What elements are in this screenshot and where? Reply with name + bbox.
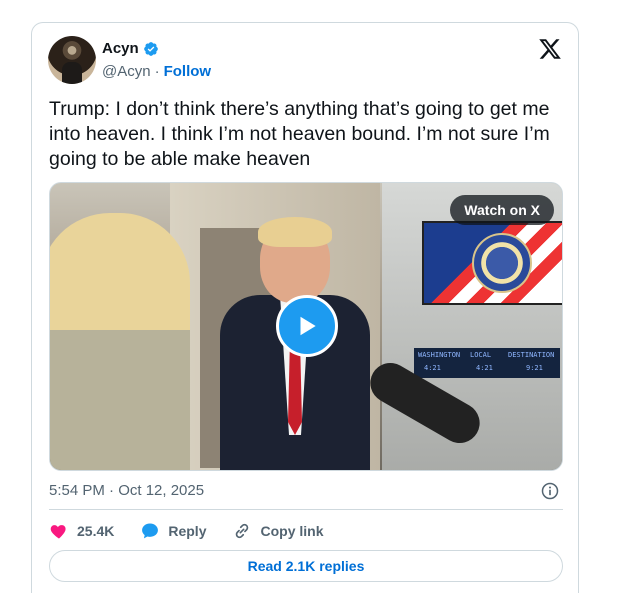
readout-value: 4:21	[424, 364, 441, 372]
readout-label: WASHINGTON	[418, 351, 461, 359]
link-icon	[236, 523, 249, 539]
copy-link-button[interactable]: Copy link	[232, 519, 324, 543]
heart-icon	[50, 525, 66, 539]
read-replies-button[interactable]: Read 2.1K replies	[49, 550, 563, 582]
like-button[interactable]: 25.4K	[49, 519, 114, 543]
author-name[interactable]: Acyn	[102, 40, 139, 57]
tweet-text: Trump: I don’t think there’s anything th…	[49, 98, 550, 170]
reply-label: Reply	[168, 523, 207, 539]
play-icon	[300, 316, 316, 336]
tweet-timestamp[interactable]: 5:54 PM · Oct 12, 2025	[49, 482, 204, 499]
reply-button[interactable]: Reply	[140, 519, 206, 543]
like-count: 25.4K	[77, 523, 115, 539]
video-player[interactable]: WASHINGTON LOCAL DESTINATION 4:21 4:21 9…	[49, 182, 563, 471]
readout-value: 9:21	[526, 364, 543, 372]
readout-value: 4:21	[476, 364, 493, 372]
x-logo-icon[interactable]	[538, 37, 562, 61]
watch-on-x-button[interactable]: Watch on X	[450, 195, 554, 225]
verified-badge-icon	[143, 41, 158, 56]
follow-button[interactable]: Follow	[164, 63, 212, 80]
info-icon[interactable]	[540, 481, 560, 501]
video-frame-readout: WASHINGTON LOCAL DESTINATION 4:21 4:21 9…	[414, 348, 560, 378]
divider	[49, 509, 563, 510]
author-name-row: Acyn	[102, 40, 159, 57]
handle-separator: ·	[154, 63, 160, 80]
video-frame-screen	[422, 221, 562, 305]
video-frame-reporter	[50, 213, 190, 470]
readout-label: DESTINATION	[508, 351, 555, 359]
readout-label: LOCAL	[470, 351, 492, 359]
tweet-card: Acyn @Acyn · Follow Trump: I don’t think…	[31, 22, 579, 593]
copy-link-label: Copy link	[260, 523, 324, 539]
avatar[interactable]	[48, 36, 96, 84]
presidential-seal-image	[472, 233, 532, 293]
author-handle[interactable]: @Acyn	[102, 63, 151, 80]
action-bar: 25.4K Reply Copy link	[49, 519, 324, 543]
author-handle-row: @Acyn · Follow	[102, 63, 211, 80]
play-button[interactable]	[276, 295, 338, 357]
reply-icon	[142, 523, 159, 539]
